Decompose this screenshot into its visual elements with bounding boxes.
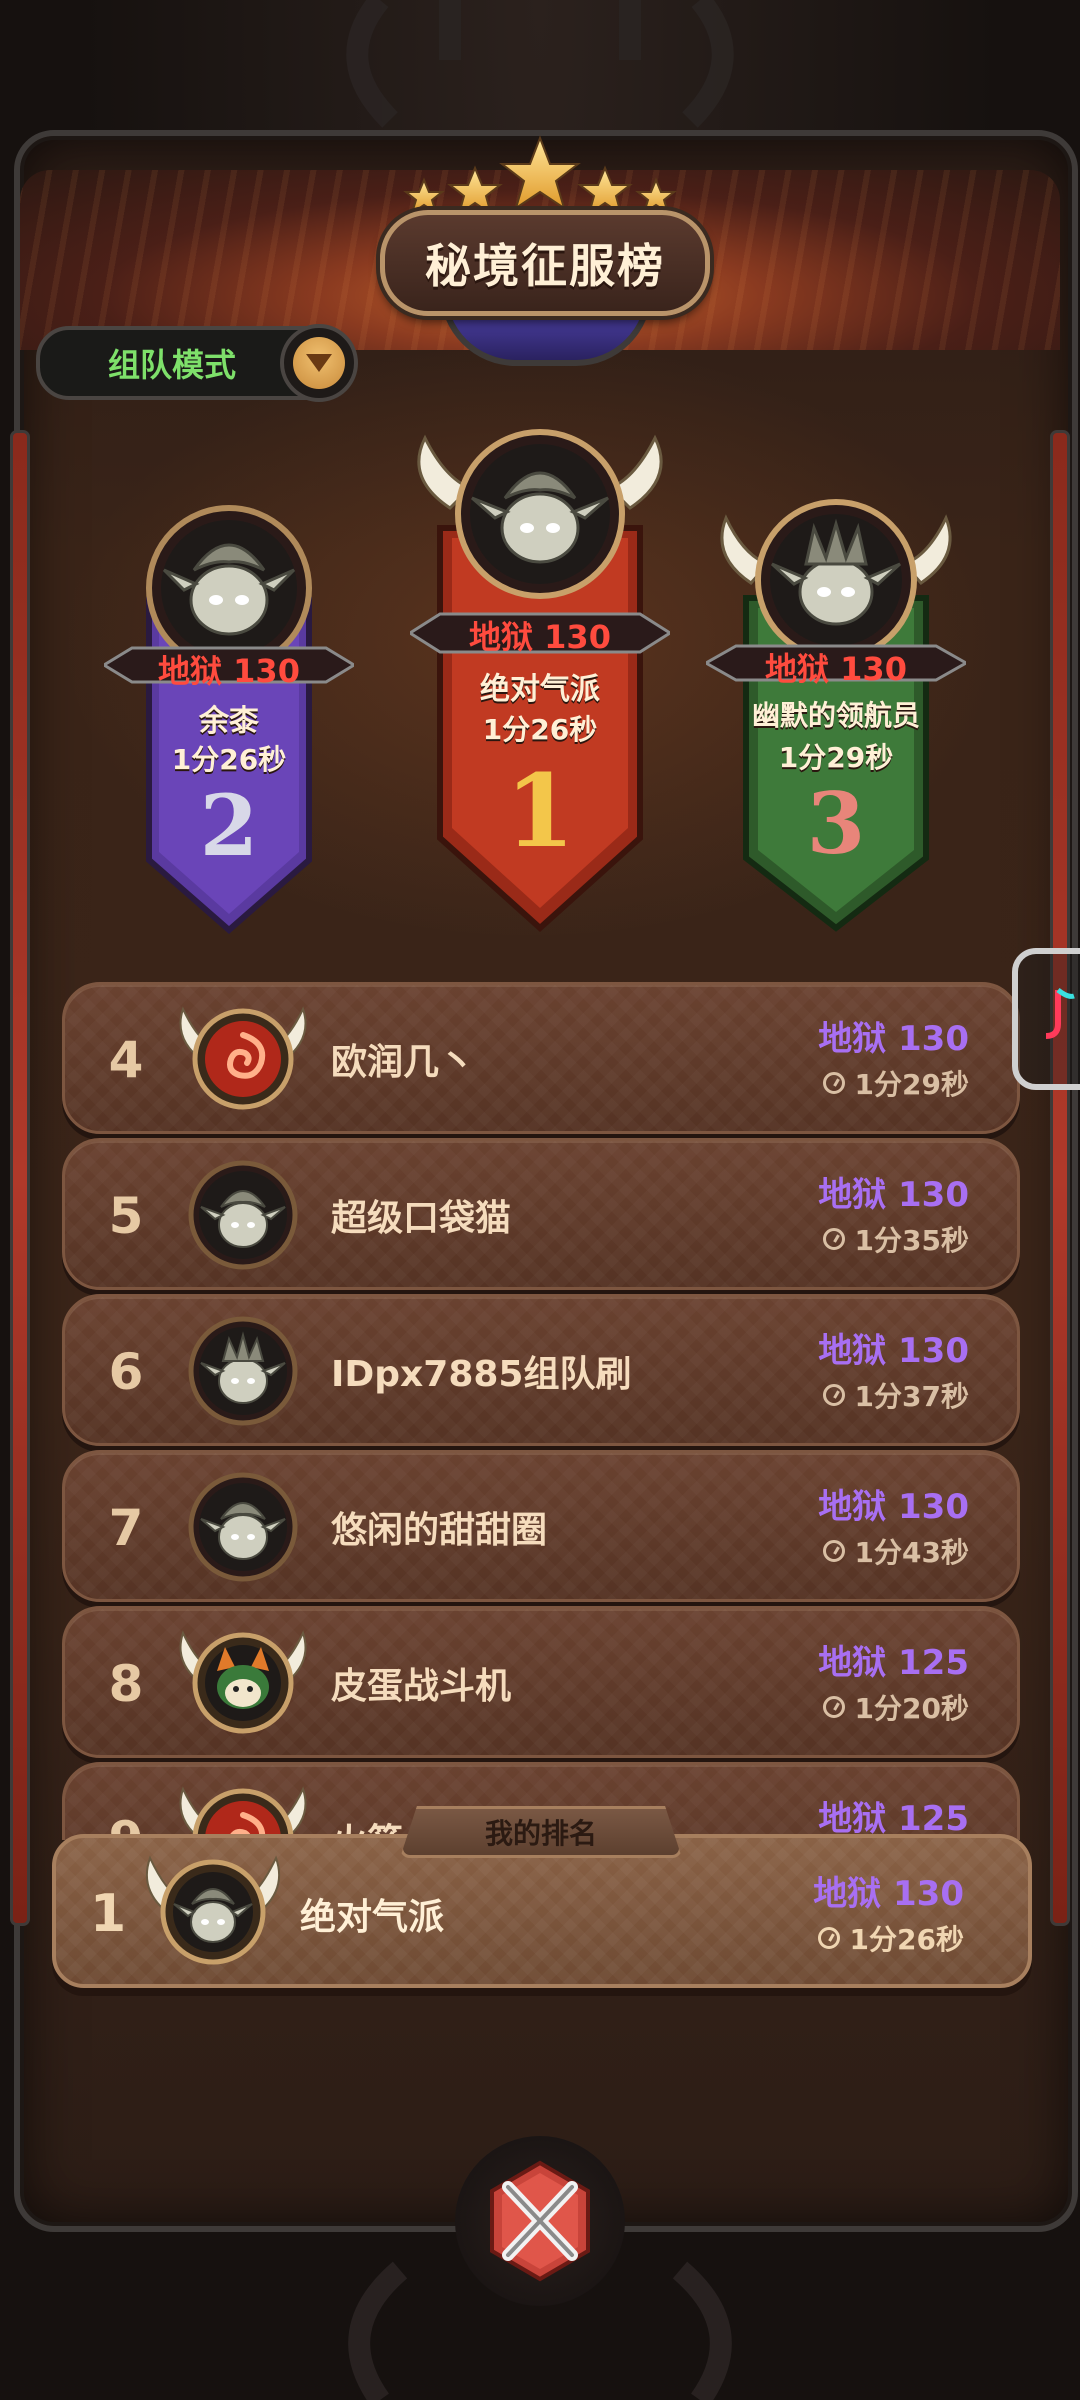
list-item[interactable]: 5 超级口袋猫 地狱 130 1分35秒: [62, 1138, 1020, 1290]
row-difficulty: 地狱 130: [818, 1331, 969, 1371]
row-rank: 7: [108, 1499, 144, 1557]
music-icon: [1045, 988, 1075, 1039]
row-rank: 8: [108, 1655, 144, 1713]
page-title: 秘境征服榜: [425, 239, 665, 293]
star-icon: [403, 177, 445, 216]
row-difficulty: 地狱 130: [818, 1019, 969, 1059]
podium-rank-2[interactable]: 地狱 130 余桼 1分26秒 2: [104, 500, 354, 940]
row-avatar: [173, 1155, 313, 1273]
row-avatar: [173, 1779, 313, 1840]
podium-difficulty: 地狱 130: [158, 652, 300, 690]
row-time: 1分20秒: [822, 1687, 969, 1727]
chevron-down-icon: [306, 354, 332, 372]
clock-icon: [822, 1072, 845, 1094]
my-rank-tab: 我的排名: [400, 1806, 682, 1858]
podium-rank-3[interactable]: 地狱 130 幽默的领航员 1分29秒 3: [706, 488, 966, 938]
row-name: IDpx7885组队刷: [331, 1354, 632, 1395]
my-time: 1分26秒: [817, 1918, 964, 1958]
podium-rank-number: 2: [199, 776, 259, 875]
title-plaque: 秘境征服榜: [380, 210, 710, 316]
leaderboard-list[interactable]: 4 欧润几丶 地狱 130 1分29秒 5 超级口袋猫 地狱 130 1分35秒…: [0, 960, 1080, 1840]
star-rating-icon: [403, 135, 677, 217]
row-name: 超级口袋猫: [331, 1198, 512, 1239]
row-difficulty: 地狱 130: [818, 1175, 969, 1215]
star-icon: [635, 177, 677, 216]
row-time: 1分43秒: [822, 1531, 969, 1571]
podium-time: 1分26秒: [171, 743, 287, 776]
podium-name: 绝对气派: [480, 672, 600, 707]
row-name: 皮蛋战斗机: [331, 1666, 512, 1707]
close-icon: [490, 2160, 590, 2282]
my-rank-number: 1: [90, 1884, 127, 1944]
row-time: 1分29秒: [822, 1063, 969, 1103]
my-difficulty: 地狱 130: [813, 1874, 964, 1914]
row-name: 悠闲的甜甜圈: [331, 1510, 548, 1551]
podium-name: 余桼: [199, 704, 259, 739]
clock-icon: [822, 1540, 845, 1562]
star-icon: [447, 165, 503, 217]
podium-time: 1分26秒: [482, 713, 598, 746]
podium-time: 1分29秒: [778, 741, 894, 774]
row-time: 1分35秒: [822, 1219, 969, 1259]
clock-icon: [822, 1384, 845, 1406]
row-avatar: [173, 1623, 313, 1741]
podium-difficulty: 地狱 130: [469, 618, 611, 656]
row-rank: 5: [108, 1187, 144, 1245]
star-icon: [577, 165, 633, 217]
podium-rank-number: 3: [806, 774, 866, 873]
list-item[interactable]: 8 皮蛋战斗机 地狱 125 1分20秒: [62, 1606, 1020, 1758]
row-time: 1分37秒: [822, 1375, 969, 1415]
podium-difficulty: 地狱 130: [765, 650, 907, 688]
row-rank: 6: [108, 1343, 144, 1401]
my-name: 绝对气派: [300, 1897, 445, 1938]
list-item[interactable]: 6 IDpx7885组队刷 地狱 130 1分37秒: [62, 1294, 1020, 1446]
my-avatar: [138, 1846, 288, 1976]
row-avatar: [173, 1311, 313, 1429]
podium-rank-number: 1: [505, 752, 575, 870]
mode-dropdown-button[interactable]: [280, 324, 358, 402]
floating-side-button[interactable]: [1012, 948, 1080, 1090]
podium-rank-1[interactable]: 地狱 130 绝对气派 1分26秒 1: [410, 418, 670, 938]
clock-icon: [817, 1927, 840, 1949]
podium-name: 幽默的领航员: [751, 699, 920, 732]
row-avatar: [173, 1467, 313, 1585]
clock-icon: [822, 1696, 845, 1718]
row-avatar: [173, 999, 313, 1117]
list-item[interactable]: 7 悠闲的甜甜圈 地狱 130 1分43秒: [62, 1450, 1020, 1602]
list-item[interactable]: 4 欧润几丶 地狱 130 1分29秒: [62, 982, 1020, 1134]
star-icon: [499, 135, 581, 211]
row-difficulty: 地狱 125: [818, 1799, 969, 1839]
row-rank: 4: [108, 1031, 144, 1089]
close-button[interactable]: [455, 2136, 625, 2306]
row-difficulty: 地狱 125: [818, 1643, 969, 1683]
clock-icon: [822, 1228, 845, 1250]
row-difficulty: 地狱 130: [818, 1487, 969, 1527]
mode-label: 组队模式: [108, 346, 237, 384]
row-name: 欧润几丶: [331, 1042, 476, 1083]
mode-selector[interactable]: 组队模式: [36, 324, 358, 402]
